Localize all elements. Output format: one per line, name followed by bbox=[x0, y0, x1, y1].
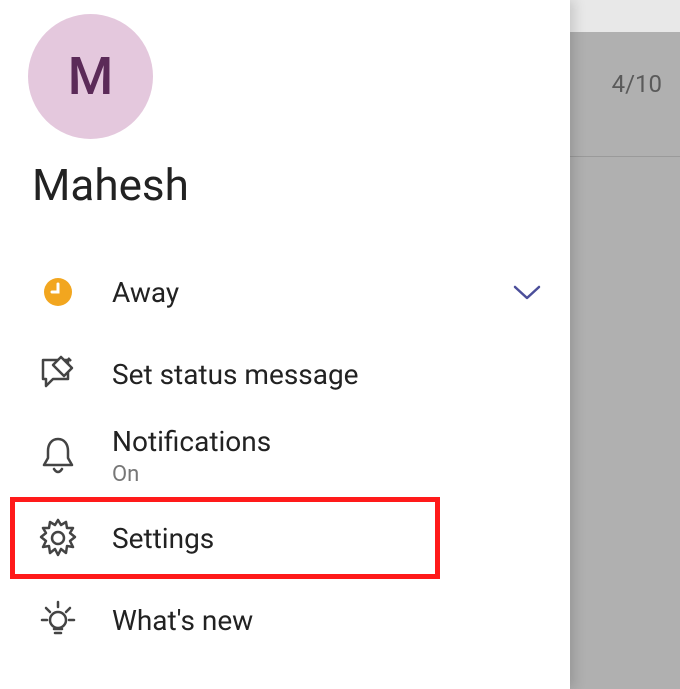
whats-new-row[interactable]: What's new bbox=[0, 579, 570, 661]
background-app: 4/10 bbox=[570, 0, 680, 689]
background-topbar bbox=[570, 0, 680, 32]
background-divider bbox=[570, 156, 680, 157]
display-name: Mahesh bbox=[32, 159, 570, 211]
gear-icon bbox=[34, 518, 82, 558]
whats-new-label: What's new bbox=[112, 604, 253, 637]
presence-row[interactable]: Away bbox=[0, 251, 570, 333]
notifications-label: Notifications bbox=[112, 425, 271, 458]
settings-row[interactable]: Settings bbox=[10, 497, 440, 579]
set-status-row[interactable]: Set status message bbox=[0, 333, 570, 415]
away-icon bbox=[34, 276, 82, 308]
side-drawer: M Mahesh Away bbox=[0, 0, 570, 689]
lightbulb-icon bbox=[34, 598, 82, 642]
avatar-initial: M bbox=[68, 46, 113, 107]
presence-label: Away bbox=[112, 276, 179, 309]
notifications-value: On bbox=[112, 462, 271, 487]
notifications-row[interactable]: Notifications On bbox=[0, 415, 570, 497]
background-date: 4/10 bbox=[612, 70, 662, 98]
set-status-label: Set status message bbox=[112, 358, 359, 391]
settings-label: Settings bbox=[112, 522, 214, 555]
edit-message-icon bbox=[34, 355, 82, 393]
avatar[interactable]: M bbox=[28, 14, 153, 139]
chevron-down-icon bbox=[512, 282, 542, 302]
bell-icon bbox=[34, 435, 82, 477]
menu: Away Set status message bbox=[0, 251, 570, 661]
